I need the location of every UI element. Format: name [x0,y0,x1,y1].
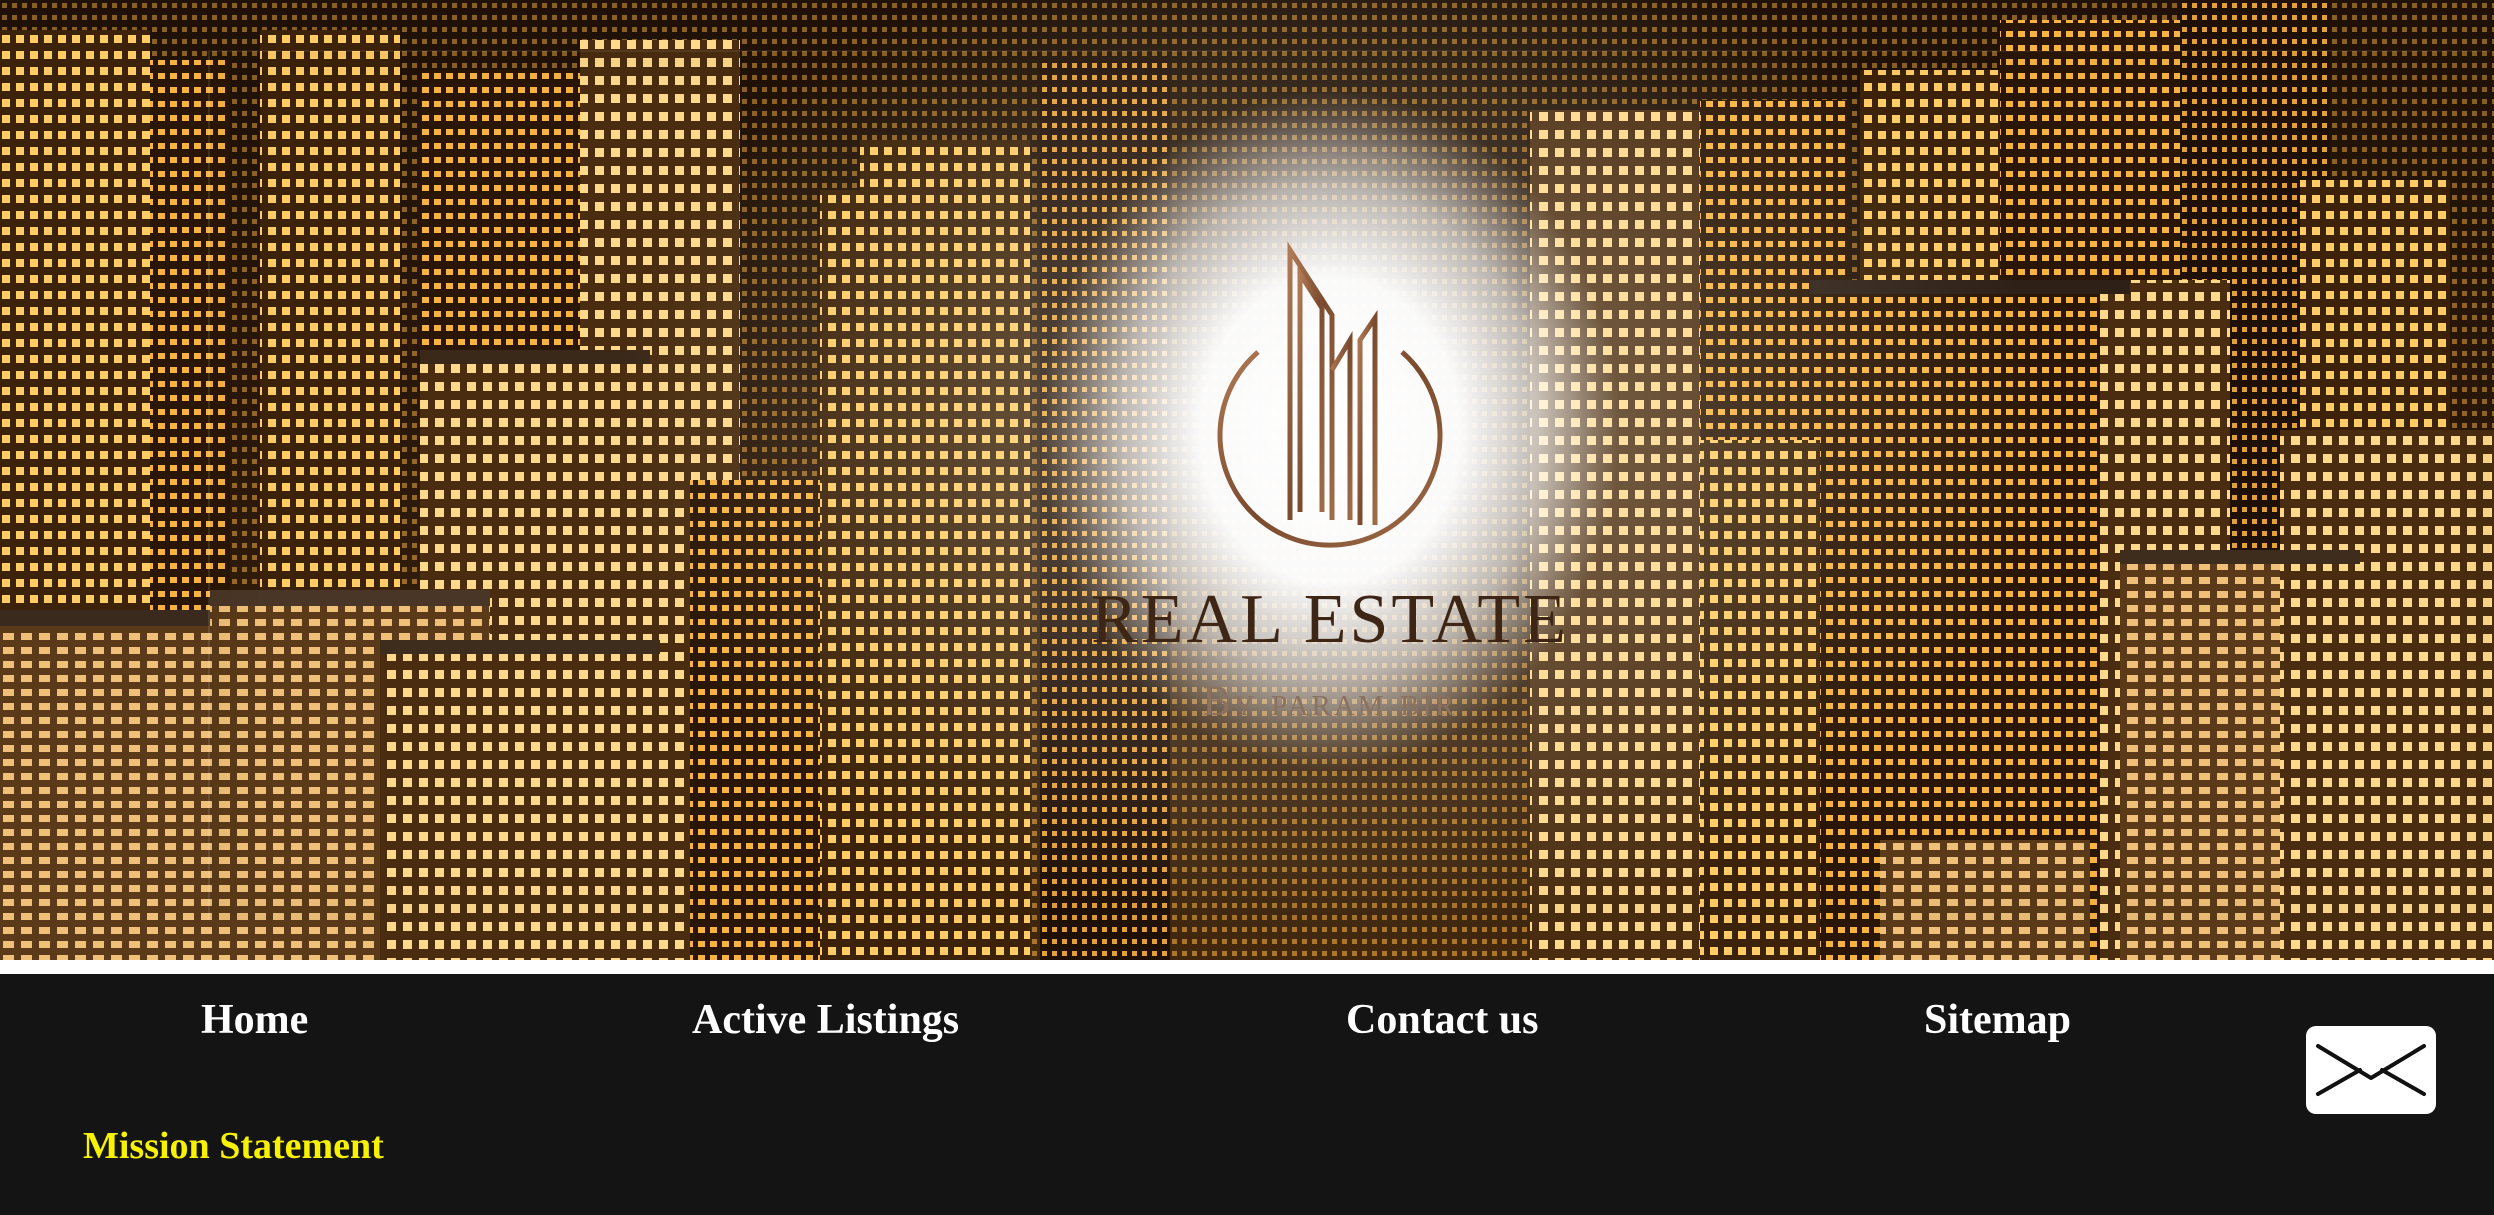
brand-title: REAL ESTATE [1091,581,1569,658]
banner-separator [0,960,2494,974]
nav-link-home[interactable]: Home [201,996,308,1044]
brand-subtitle: By param bir [1202,679,1458,725]
envelope-icon [2316,1044,2426,1096]
nav-link-active-listings[interactable]: Active Listings [692,996,959,1044]
mail-button[interactable] [2306,1026,2436,1114]
page: REAL ESTATE By param bir Home Active Lis… [0,0,2494,1215]
nav-link-contact-us[interactable]: Contact us [1346,996,1539,1044]
main-navigation: Home Active Listings Contact us Sitemap … [0,974,2494,1215]
mission-statement-heading: Mission Statement [83,1125,384,1167]
building-logo-icon [1217,241,1443,548]
brand-logo: REAL ESTATE By param bir [1080,220,1580,740]
nav-link-sitemap[interactable]: Sitemap [1924,996,2071,1044]
hero-banner: REAL ESTATE By param bir [0,0,2494,960]
